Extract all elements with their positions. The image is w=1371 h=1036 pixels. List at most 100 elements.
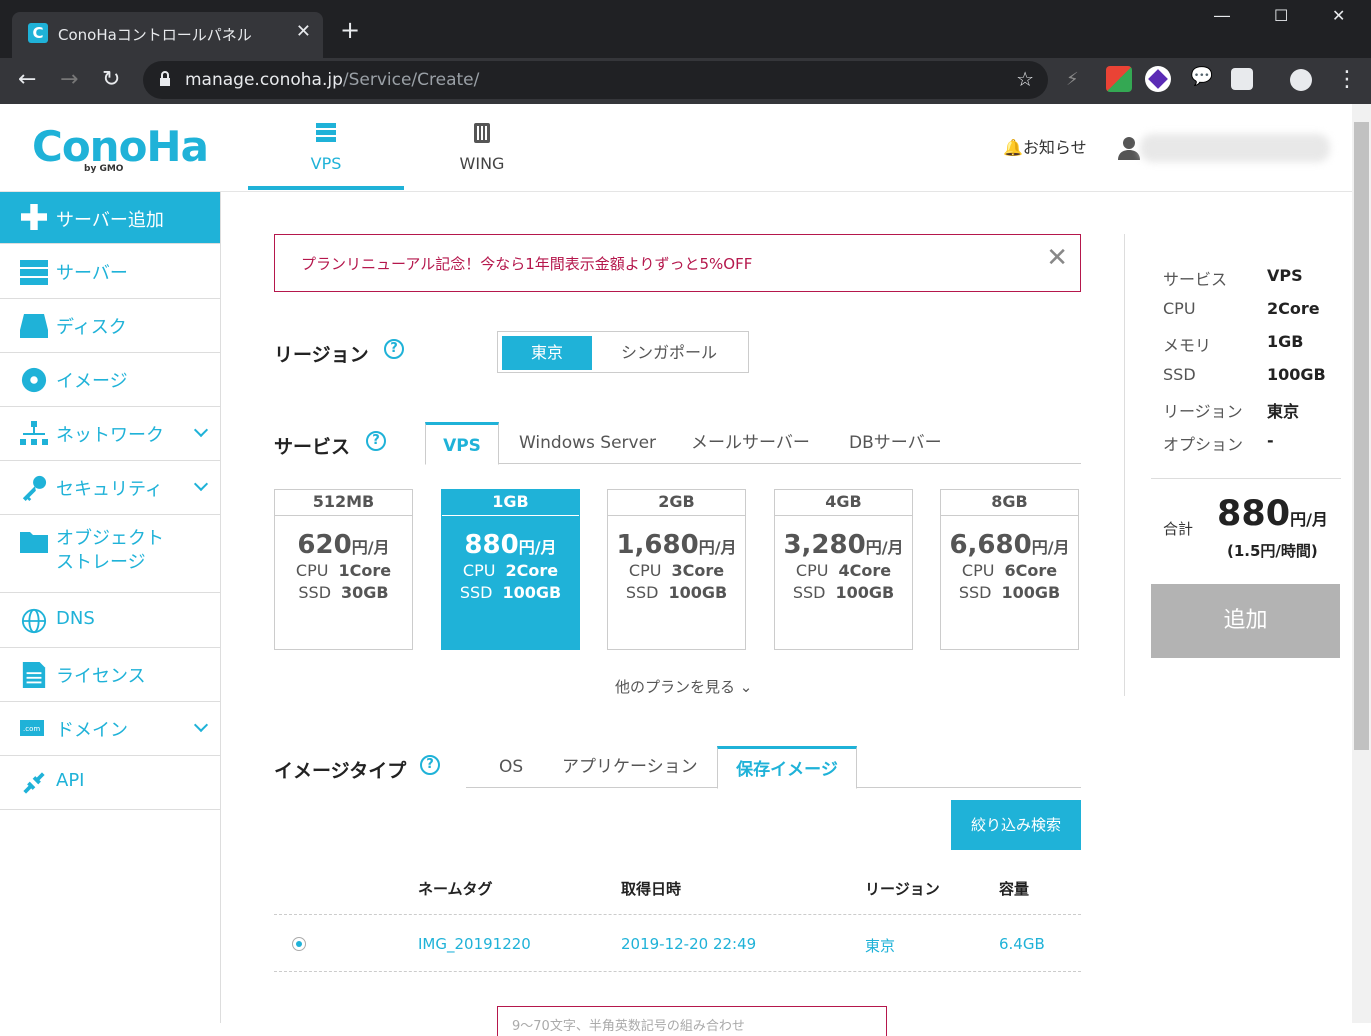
window-close-icon[interactable]: ✕ bbox=[1332, 6, 1345, 25]
plan-card-8gb[interactable]: 8GB 6,680円/月 CPU 6Core SSD 100GB bbox=[940, 489, 1079, 650]
service-tab-windows[interactable]: Windows Server bbox=[519, 422, 656, 464]
maximize-icon[interactable]: ☐ bbox=[1274, 6, 1288, 25]
tab-wing[interactable]: WING bbox=[404, 104, 560, 190]
server-stack-icon bbox=[316, 123, 336, 142]
image-radio[interactable] bbox=[292, 937, 306, 951]
server-rack-icon bbox=[474, 123, 490, 143]
bell-icon: 🔔 bbox=[1003, 138, 1023, 157]
order-summary: サービス VPS CPU 2Core メモリ 1GB SSD 100GB リージ… bbox=[1124, 234, 1352, 696]
plan-ssd: SSD 30GB bbox=[298, 583, 389, 602]
service-tab-db[interactable]: DBサーバー bbox=[849, 422, 942, 464]
sidebar-item-dns[interactable]: DNS bbox=[0, 594, 220, 648]
minimize-icon[interactable]: ― bbox=[1214, 6, 1230, 25]
plan-name: 4GB bbox=[775, 490, 912, 516]
col-header-nametag: ネームタグ bbox=[418, 880, 493, 898]
plan-ssd: SSD 100GB bbox=[792, 583, 895, 602]
chevron-down-icon bbox=[193, 422, 209, 438]
cell-region: 東京 bbox=[865, 937, 896, 955]
plan-cpu: CPU 6Core bbox=[961, 561, 1058, 580]
campaign-banner: プランリニューアル記念！今なら1年間表示金額よりずっと5%OFF ✕ bbox=[274, 234, 1081, 292]
extension-google-icon[interactable] bbox=[1106, 66, 1132, 92]
conoha-logo[interactable]: ConoHa by GMO bbox=[32, 122, 209, 174]
summary-value: 100GB bbox=[1267, 365, 1326, 384]
service-tabs: VPS Windows Server メールサーバー DBサーバー bbox=[425, 422, 1081, 465]
sidebar-item-security[interactable]: セキュリティ bbox=[0, 461, 220, 515]
plan-card-1gb[interactable]: 1GB 880円/月 CPU 2Core SSD 100GB bbox=[441, 489, 580, 650]
sidebar-item-object-storage[interactable]: オブジェクト ストレージ bbox=[0, 515, 220, 593]
app-header: ConoHa by GMO VPS WING 🔔お知らせ bbox=[0, 104, 1352, 192]
region-switch: 東京 シンガポール bbox=[497, 331, 749, 373]
sidebar-item-label: DNS bbox=[56, 608, 95, 629]
service-tab-vps[interactable]: VPS bbox=[425, 422, 499, 465]
sidebar-item-image[interactable]: イメージ bbox=[0, 353, 220, 407]
plan-card-4gb[interactable]: 4GB 3,280円/月 CPU 4Core SSD 100GB bbox=[774, 489, 913, 650]
sidebar-item-domain[interactable]: .com ドメイン bbox=[0, 702, 220, 756]
sidebar-item-label: ディスク bbox=[56, 317, 127, 338]
sidebar-item-add-server[interactable]: サーバー追加 bbox=[0, 192, 220, 244]
tab-vps[interactable]: VPS bbox=[248, 104, 404, 190]
plan-card-512mb[interactable]: 512MB 620円/月 CPU 1Core SSD 30GB bbox=[274, 489, 413, 650]
service-help-icon[interactable]: ? bbox=[366, 431, 386, 451]
extension-doc-icon[interactable] bbox=[1231, 68, 1253, 90]
plan-cpu: CPU 4Core bbox=[795, 561, 892, 580]
region-heading: リージョン bbox=[274, 344, 369, 366]
plan-price: 3,280円/月 bbox=[783, 530, 904, 560]
sidebar-item-api[interactable]: API bbox=[0, 756, 220, 810]
image-type-help-icon[interactable]: ? bbox=[420, 755, 440, 775]
key-icon bbox=[22, 475, 47, 501]
add-server-button[interactable]: 追加 bbox=[1151, 584, 1340, 658]
forward-icon[interactable]: → bbox=[60, 66, 78, 94]
filter-search-button[interactable]: 絞り込み検索 bbox=[951, 800, 1081, 850]
extension-bolt-icon[interactable]: ⚡ bbox=[1066, 66, 1079, 94]
sidebar-item-label: ドメイン bbox=[56, 720, 128, 741]
extension-chat-icon[interactable]: 💬 bbox=[1189, 66, 1215, 92]
menu-kebab-icon[interactable]: ⋮ bbox=[1336, 66, 1358, 94]
cd-icon bbox=[21, 367, 47, 393]
scrollbar-thumb[interactable] bbox=[1354, 122, 1369, 750]
sidebar-item-server[interactable]: サーバー bbox=[0, 245, 220, 299]
user-menu[interactable] bbox=[1118, 134, 1333, 164]
sidebar: サーバー追加 サーバー ディスク イメージ ネットワーク セキュリティ オブジェ… bbox=[0, 192, 221, 1023]
plan-ssd: SSD 100GB bbox=[958, 583, 1061, 602]
close-tab-icon[interactable]: ✕ bbox=[296, 21, 311, 42]
sidebar-item-disk[interactable]: ディスク bbox=[0, 299, 220, 353]
notice-link[interactable]: 🔔お知らせ bbox=[1003, 134, 1087, 158]
service-tab-mail[interactable]: メールサーバー bbox=[691, 422, 810, 464]
chevron-down-icon bbox=[193, 476, 209, 492]
plan-cpu: CPU 3Core bbox=[628, 561, 725, 580]
extension-purple-icon[interactable] bbox=[1145, 66, 1171, 92]
region-option-singapore[interactable]: シンガポール bbox=[594, 336, 744, 370]
svg-text:.com: .com bbox=[23, 725, 40, 733]
address-bar[interactable]: manage.conoha.jp/Service/Create/ ☆ bbox=[143, 61, 1048, 99]
plan-price: 620円/月 bbox=[297, 530, 390, 560]
plan-price: 1,680円/月 bbox=[616, 530, 737, 560]
image-tab-os[interactable]: OS bbox=[499, 746, 523, 788]
sidebar-item-network[interactable]: ネットワーク bbox=[0, 407, 220, 461]
plan-price: 6,680円/月 bbox=[949, 530, 1070, 560]
region-help-icon[interactable]: ? bbox=[384, 339, 404, 359]
profile-icon[interactable] bbox=[1290, 69, 1312, 91]
summary-key: SSD bbox=[1163, 365, 1196, 384]
image-tab-saved[interactable]: 保存イメージ bbox=[717, 746, 857, 789]
region-option-tokyo[interactable]: 東京 bbox=[502, 336, 592, 370]
banner-close-icon[interactable]: ✕ bbox=[1046, 243, 1068, 273]
image-tab-app[interactable]: アプリケーション bbox=[562, 746, 698, 788]
more-plans-link[interactable]: 他のプランを見る ⌄ bbox=[615, 676, 752, 697]
summary-value: 1GB bbox=[1267, 332, 1304, 351]
summary-key: サービス bbox=[1163, 270, 1228, 289]
plan-card-2gb[interactable]: 2GB 1,680円/月 CPU 3Core SSD 100GB bbox=[607, 489, 746, 650]
tab-title: ConoHaコントロールパネル bbox=[58, 26, 252, 44]
back-icon[interactable]: ← bbox=[18, 66, 36, 94]
summary-key: リージョン bbox=[1163, 402, 1243, 421]
plan-ssd: SSD 100GB bbox=[625, 583, 728, 602]
sidebar-item-license[interactable]: ライセンス bbox=[0, 648, 220, 702]
page-scrollbar[interactable] bbox=[1352, 104, 1371, 1023]
browser-tab[interactable]: C ConoHaコントロールパネル ✕ bbox=[12, 12, 323, 58]
image-type-heading: イメージタイプ bbox=[274, 760, 407, 782]
bookmark-star-icon[interactable]: ☆ bbox=[1016, 67, 1034, 91]
reload-icon[interactable]: ↻ bbox=[102, 66, 120, 94]
total-label: 合計 bbox=[1163, 520, 1194, 538]
new-tab-icon[interactable]: + bbox=[340, 18, 360, 42]
summary-value: 東京 bbox=[1267, 402, 1300, 421]
summary-value: 2Core bbox=[1267, 299, 1320, 318]
